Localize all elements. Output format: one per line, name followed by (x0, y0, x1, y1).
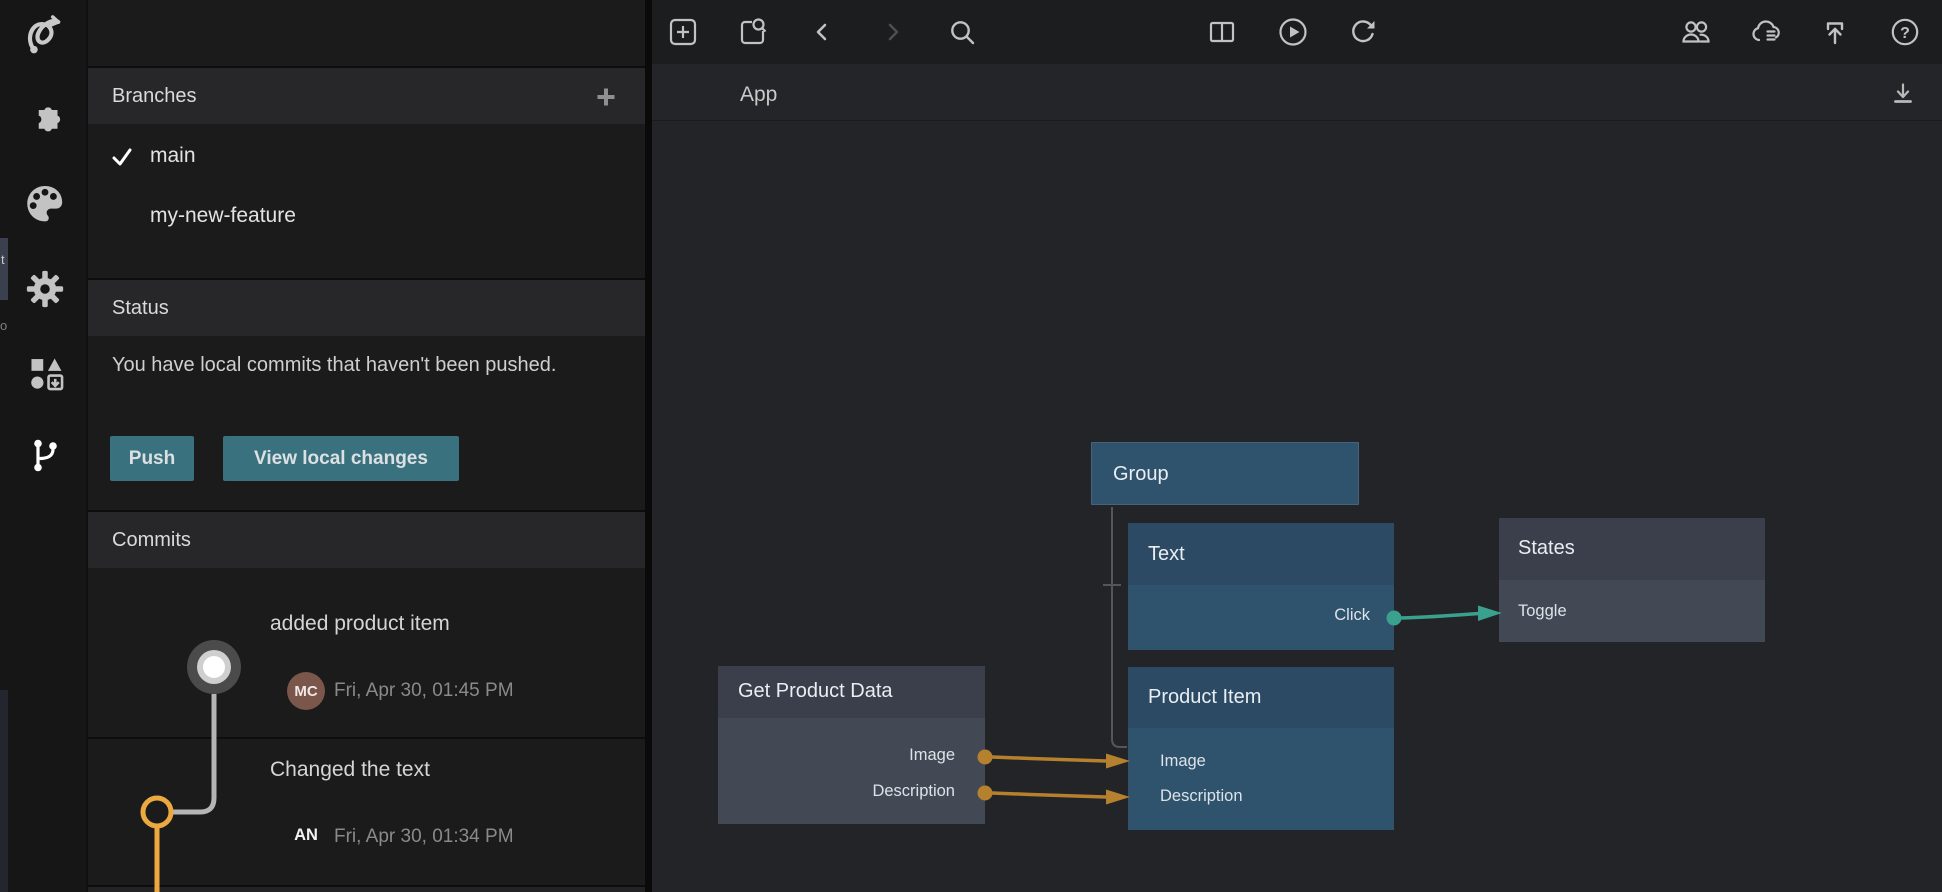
node-body: Image Description (1128, 728, 1394, 830)
collaborators-icon[interactable] (1680, 16, 1712, 48)
styles-palette-icon[interactable] (23, 181, 67, 225)
icon-rail (0, 0, 88, 892)
commit-divider (88, 737, 645, 739)
commits-title: Commits (112, 529, 191, 552)
split-view-icon[interactable] (1206, 16, 1238, 48)
branch-name: my-new-feature (150, 204, 296, 228)
commit-date: Fri, Apr 30, 01:45 PM (334, 680, 514, 702)
search-components-icon[interactable] (736, 16, 768, 48)
view-local-changes-button[interactable]: View local changes (223, 436, 459, 481)
node-get-product-data[interactable]: Get Product Data Image Description (718, 666, 985, 824)
next-section-edge (88, 885, 645, 892)
input-port-label: Toggle (1518, 602, 1567, 621)
forward-icon[interactable] (877, 16, 909, 48)
push-button-label: Push (129, 448, 175, 470)
node-header: States (1499, 518, 1765, 580)
help-icon[interactable]: ? (1889, 16, 1921, 48)
branch-item-my-new-feature[interactable]: my-new-feature (88, 187, 645, 247)
push-button[interactable]: Push (110, 436, 194, 481)
node-header: Text (1128, 523, 1394, 585)
panel-canvas-divider (645, 0, 652, 892)
svg-text:?: ? (1900, 25, 1910, 42)
node-body: Image Description (718, 718, 985, 824)
avatar: MC (287, 672, 325, 710)
clipped-text-fragment: t (1, 252, 5, 267)
node-states[interactable]: States Toggle (1499, 518, 1765, 642)
commit-date: Fri, Apr 30, 01:34 PM (334, 826, 514, 848)
branch-name: main (150, 144, 196, 168)
branch-item-main[interactable]: main (88, 127, 645, 187)
clipped-text-fragment: o (0, 318, 7, 333)
commits-section-header: Commits (88, 510, 645, 568)
status-title: Status (112, 297, 169, 320)
node-product-item[interactable]: Product Item Image Description (1128, 667, 1394, 830)
node-group[interactable]: Group (1091, 442, 1359, 505)
add-node-icon[interactable] (667, 16, 699, 48)
commit-message: Changed the text (270, 758, 430, 782)
branches-section-header: Branches (88, 66, 645, 124)
cloud-services-icon[interactable] (1749, 16, 1781, 48)
refresh-icon[interactable] (1347, 16, 1379, 48)
check-icon (110, 146, 134, 168)
clipped-panel-fragment (0, 238, 8, 300)
node-title: States (1518, 537, 1575, 560)
commit-message: added product item (270, 612, 450, 636)
input-port-label: Image (1160, 752, 1206, 771)
status-message: You have local commits that haven't been… (112, 349, 582, 382)
status-section-header: Status (88, 278, 645, 336)
node-header: Get Product Data (718, 666, 985, 718)
view-local-changes-label: View local changes (254, 448, 428, 470)
node-title: Group (1113, 463, 1169, 486)
node-body: Toggle (1499, 580, 1765, 642)
avatar-initials: AN (290, 826, 322, 845)
node-title: Text (1148, 543, 1185, 566)
settings-gear-icon[interactable] (23, 267, 67, 311)
download-icon[interactable] (1888, 80, 1918, 110)
noodl-logo-icon[interactable] (23, 11, 67, 55)
input-port-label: Description (1160, 787, 1243, 806)
node-title: Get Product Data (738, 680, 893, 703)
node-body: Click (1128, 585, 1394, 650)
components-icon[interactable] (23, 350, 67, 394)
output-port-label: Image (909, 746, 955, 765)
clipped-panel-fragment (0, 690, 8, 892)
plugins-icon[interactable] (23, 98, 67, 142)
node-text[interactable]: Text Click (1128, 523, 1394, 650)
version-control-branch-icon[interactable] (23, 433, 67, 477)
breadcrumb[interactable]: App (740, 83, 777, 107)
add-branch-icon[interactable] (593, 84, 619, 110)
back-icon[interactable] (806, 16, 838, 48)
search-icon[interactable] (946, 16, 978, 48)
node-title: Product Item (1148, 686, 1261, 709)
output-port-label: Description (872, 782, 955, 801)
deploy-upload-icon[interactable] (1819, 16, 1851, 48)
output-port-label: Click (1334, 606, 1370, 625)
preview-play-icon[interactable] (1277, 16, 1309, 48)
branches-title: Branches (112, 85, 197, 108)
version-control-panel: Branches main my-new-feature Status You … (88, 0, 645, 892)
node-header: Product Item (1128, 667, 1394, 728)
commit-graph (88, 516, 288, 892)
component-header-row (652, 64, 1942, 121)
